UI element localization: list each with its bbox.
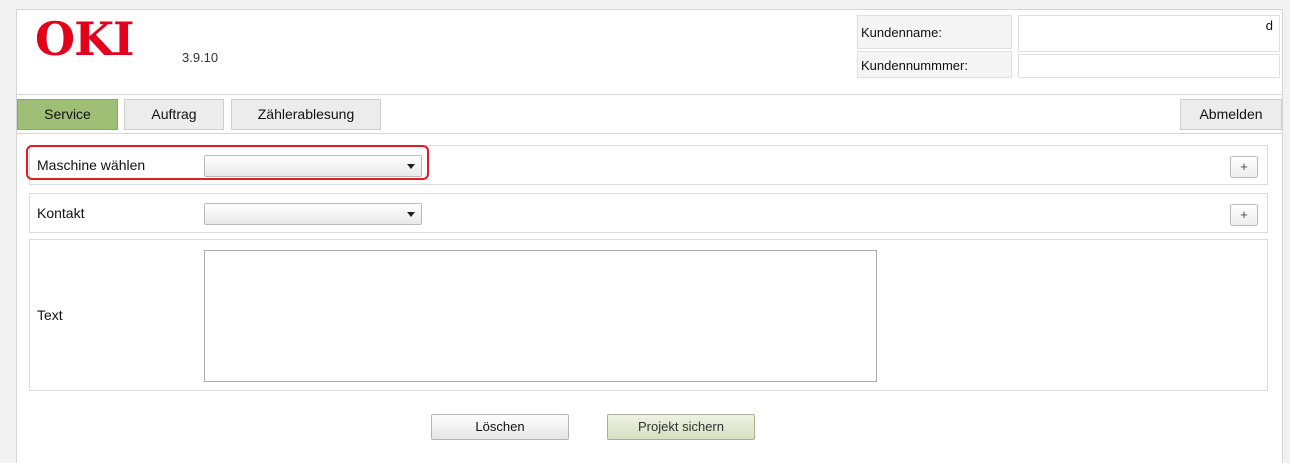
save-project-button[interactable]: Projekt sichern bbox=[607, 414, 755, 440]
delete-button[interactable]: Löschen bbox=[431, 414, 569, 440]
tab-bar: Service Auftrag Zählerablesung Abmelden bbox=[17, 97, 1282, 134]
contact-row: Kontakt + bbox=[29, 193, 1268, 233]
app-frame: OKI 3.9.10 Kundenname: d Kundennummmer: … bbox=[16, 9, 1283, 463]
version-label: 3.9.10 bbox=[182, 50, 219, 65]
machine-label: Maschine wählen bbox=[37, 157, 146, 173]
add-contact-button[interactable]: + bbox=[1230, 204, 1258, 226]
customer-name-label: Kundenname: bbox=[857, 15, 1012, 49]
chevron-down-icon bbox=[407, 212, 415, 217]
customer-name-value: d bbox=[1265, 18, 1273, 33]
oki-logo: OKI bbox=[35, 12, 135, 66]
header-divider bbox=[17, 94, 1282, 95]
text-area[interactable] bbox=[204, 250, 877, 382]
contact-select[interactable] bbox=[204, 203, 422, 225]
logout-button[interactable]: Abmelden bbox=[1180, 99, 1282, 130]
add-machine-button[interactable]: + bbox=[1230, 156, 1258, 178]
tab-service[interactable]: Service bbox=[17, 99, 118, 130]
customer-name-field[interactable]: d bbox=[1018, 15, 1280, 52]
chevron-down-icon bbox=[407, 164, 415, 169]
contact-label: Kontakt bbox=[37, 205, 85, 221]
customer-number-label: Kundennummmer: bbox=[857, 51, 1012, 78]
machine-row: Maschine wählen + bbox=[26, 145, 1268, 185]
tab-auftrag[interactable]: Auftrag bbox=[124, 99, 224, 130]
customer-number-field[interactable] bbox=[1018, 54, 1280, 78]
machine-select[interactable] bbox=[204, 155, 422, 177]
text-label: Text bbox=[37, 307, 63, 323]
tab-zaehlerablesung[interactable]: Zählerablesung bbox=[231, 99, 381, 130]
text-row: Text bbox=[29, 239, 1268, 391]
